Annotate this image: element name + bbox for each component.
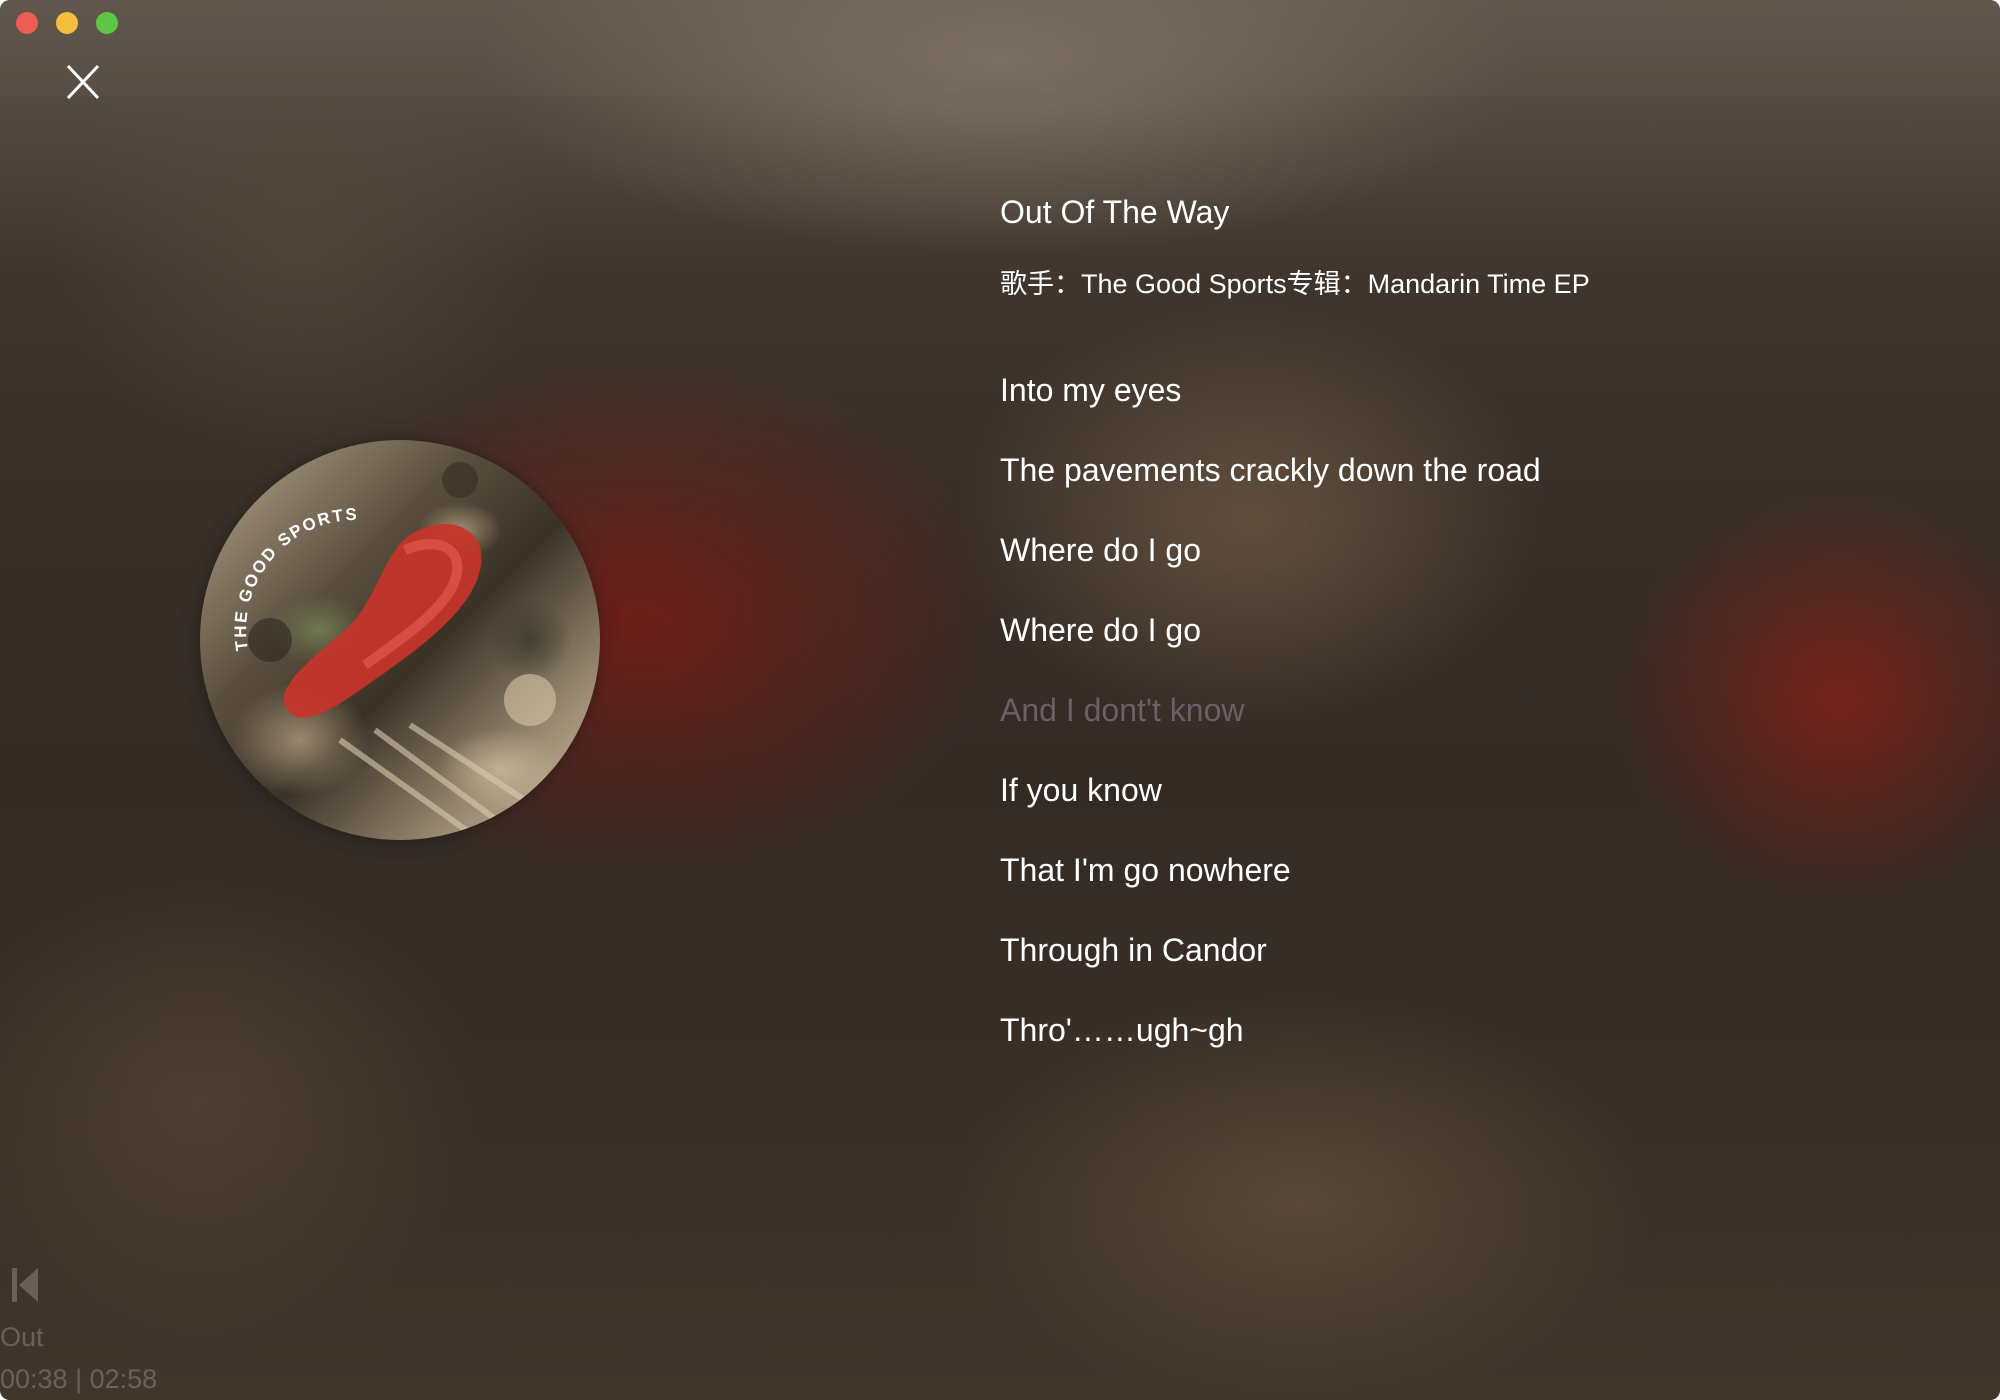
mini-player: Out 00:38 | 02:58 — [0, 1256, 200, 1400]
window-minimize-button[interactable] — [56, 12, 78, 34]
lyric-line: That I'm go nowhere — [1000, 852, 1291, 888]
lyric-line: Thro'……ugh~gh — [1000, 1012, 1244, 1048]
song-title: Out Of The Way — [1000, 194, 1230, 230]
svg-text:THE GOOD SPORTS: THE GOOD SPORTS — [231, 505, 359, 652]
lyric-line: Where do I go — [1000, 532, 1201, 568]
lyric-line: Through in Candor — [1000, 932, 1267, 968]
album-artist-text: THE GOOD SPORTS — [231, 505, 359, 652]
lyric-line: The pavements crackly down the road — [1000, 452, 1541, 488]
window-maximize-button[interactable] — [96, 12, 118, 34]
lyric-line-current: And I dont't know — [1000, 692, 1245, 728]
player-window: THE GOOD SPORTS Out Of The Way 歌手：The Go… — [0, 0, 2000, 1400]
lyric-line: Into my eyes — [1000, 372, 1182, 408]
lyric-line: If you know — [1000, 772, 1162, 808]
song-artist-album: 歌手：The Good Sports专辑：Mandarin Time EP — [1000, 269, 1590, 299]
title-bar — [0, 0, 2000, 96]
mini-player-time: 00:38 | 02:58 — [0, 1364, 158, 1394]
lyrics-list: Into my eyes The pavements crackly down … — [1000, 366, 1541, 1086]
previous-icon-graphic — [12, 1268, 38, 1302]
window-close-button[interactable] — [16, 12, 38, 34]
previous-icon[interactable] — [10, 1266, 40, 1304]
close-icon-graphic — [66, 64, 100, 100]
close-icon[interactable] — [64, 62, 104, 102]
album-art: THE GOOD SPORTS — [200, 440, 600, 840]
mini-player-title: Out — [0, 1322, 44, 1352]
lyric-line: Where do I go — [1000, 612, 1201, 648]
